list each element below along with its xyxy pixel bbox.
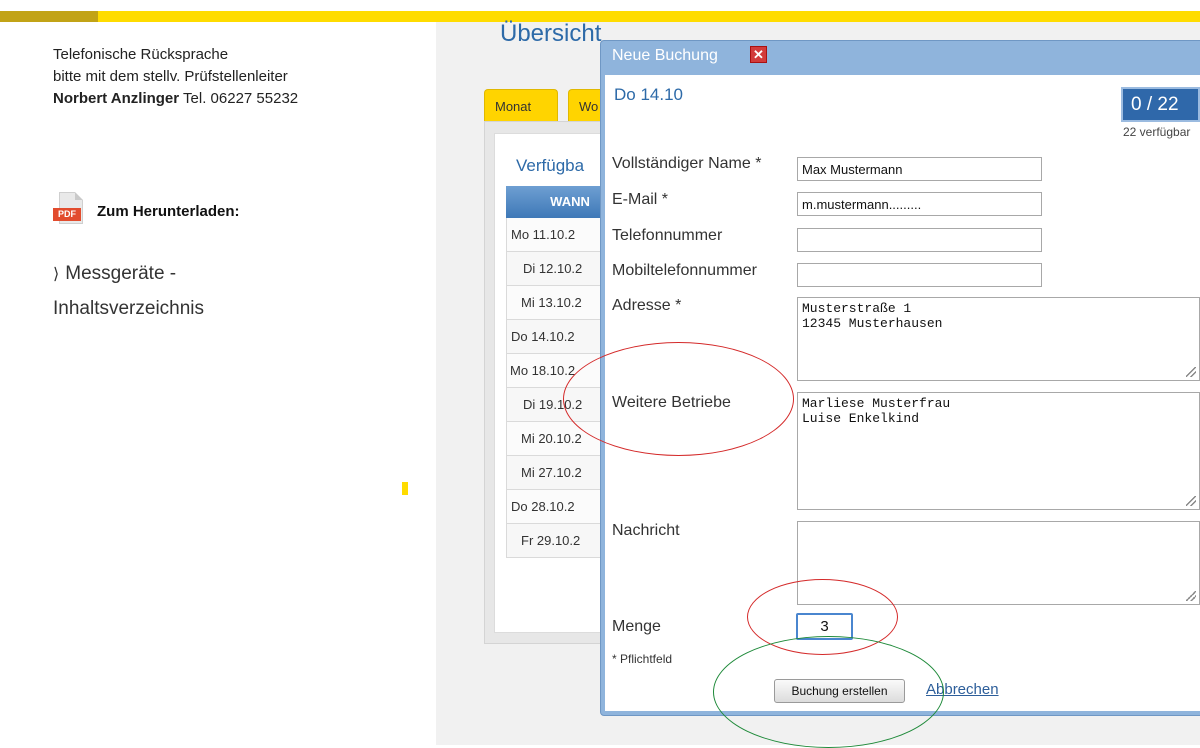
- annotation-ellipse-green: [713, 636, 944, 748]
- message-label: Nachricht: [612, 522, 680, 539]
- column-header-wann: WANN: [506, 186, 606, 218]
- resize-handle-icon[interactable]: [1186, 496, 1196, 506]
- email-field[interactable]: m.mustermann.........: [797, 192, 1042, 216]
- availability-title: Verfügba: [516, 156, 585, 175]
- email-label: E-Mail *: [612, 191, 669, 208]
- date-row[interactable]: Fr 29.10.2: [506, 524, 606, 558]
- contact-name: Norbert Anzlinger: [53, 90, 180, 107]
- top-accent-bar-dark: [0, 11, 98, 22]
- downloads-title: Zum Herunterladen:: [97, 203, 240, 220]
- capacity-counter: 0 / 22: [1121, 87, 1200, 122]
- phone-field[interactable]: [797, 228, 1042, 252]
- address-label: Adresse *: [612, 297, 682, 314]
- address-field[interactable]: Musterstraße 1 12345 Musterhausen: [797, 297, 1200, 381]
- name-field[interactable]: Max Mustermann: [797, 157, 1042, 181]
- yellow-marker: [402, 482, 408, 495]
- page-title: Übersicht: [500, 20, 602, 47]
- contact-phone: Tel. 06227 55232: [183, 90, 299, 107]
- date-row[interactable]: Mi 13.10.2: [506, 286, 606, 320]
- pdf-icon: PDF: [53, 192, 87, 228]
- download-link-line-2: Inhaltsverzeichnis: [53, 298, 205, 319]
- date-row[interactable]: Mo 11.10.2: [506, 218, 606, 252]
- date-row[interactable]: Do 28.10.2: [506, 490, 606, 524]
- date-row[interactable]: Mi 27.10.2: [506, 456, 606, 490]
- mobile-field[interactable]: [797, 263, 1042, 287]
- pdf-icon-fold: [75, 192, 83, 200]
- contact-line-3: Norbert Anzlinger Tel. 06227 55232: [53, 88, 298, 110]
- tab-monat[interactable]: Monat: [484, 89, 558, 121]
- annotation-ellipse-red: [563, 342, 794, 456]
- mobile-label: Mobiltelefonnummer: [612, 262, 757, 279]
- required-note: * Pflichtfeld: [612, 652, 673, 666]
- chevron-right-icon: ⟩: [53, 266, 60, 283]
- dialog-title: Neue Buchung: [612, 47, 718, 64]
- contact-line-2: bitte mit dem stellv. Prüfstellenleiter: [53, 68, 288, 85]
- date-row[interactable]: Di 12.10.2: [506, 252, 606, 286]
- download-link-line-1: ⟩ Messgeräte -: [53, 257, 204, 292]
- pdf-icon-tag: PDF: [53, 208, 81, 221]
- resize-handle-icon[interactable]: [1186, 367, 1196, 377]
- date-row[interactable]: Do 14.10.2: [506, 320, 606, 354]
- phone-label: Telefonnummer: [612, 227, 723, 244]
- contact-line-1: Telefonische Rücksprache: [53, 46, 229, 63]
- quantity-label: Menge: [612, 618, 661, 635]
- resize-handle-icon[interactable]: [1186, 591, 1196, 601]
- contact-info: Telefonische Rücksprache bitte mit dem s…: [53, 44, 298, 110]
- capacity-available: 22 verfügbar: [1123, 125, 1191, 139]
- booking-date: Do 14.10: [614, 85, 683, 104]
- download-link-messgeraete[interactable]: ⟩ Messgeräte - Inhaltsverzeichnis: [53, 257, 204, 326]
- close-icon[interactable]: ✕: [750, 46, 767, 63]
- download-link-text-1: Messgeräte -: [65, 263, 177, 284]
- name-label: Vollständiger Name *: [612, 155, 762, 172]
- more-businesses-field[interactable]: Marliese Musterfrau Luise Enkelkind: [797, 392, 1200, 510]
- top-accent-bar: [98, 11, 1200, 22]
